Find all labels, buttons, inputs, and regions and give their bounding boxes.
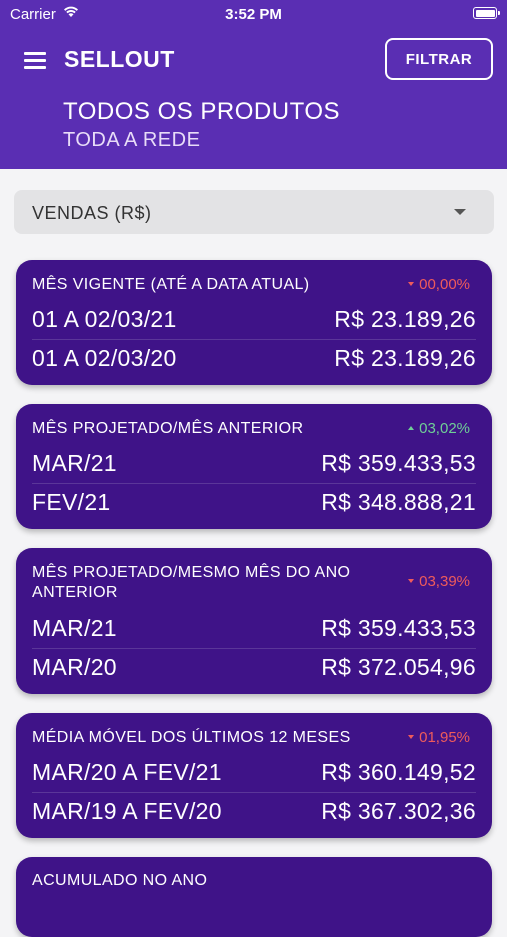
card-row: 01 A 02/03/20 R$ 23.189,26 bbox=[32, 339, 476, 377]
card-title: MÉDIA MÓVEL DOS ÚLTIMOS 12 MESES bbox=[32, 729, 351, 746]
card-row: MAR/21 R$ 359.433,53 bbox=[32, 609, 476, 647]
period-value: R$ 360.149,52 bbox=[321, 759, 476, 785]
change-percent: 01,95% bbox=[408, 729, 470, 746]
card-row: FEV/21 R$ 348.888,21 bbox=[32, 483, 476, 521]
period-label: MAR/20 A FEV/21 bbox=[32, 759, 222, 785]
card-row: MAR/21 R$ 359.433,53 bbox=[32, 444, 476, 482]
change-percent: 03,02% bbox=[408, 420, 470, 437]
app-title: SELLOUT bbox=[64, 46, 175, 72]
metric-select-value: VENDAS (R$) bbox=[32, 203, 152, 223]
period-value: R$ 359.433,53 bbox=[321, 450, 476, 476]
arrow-down-icon bbox=[408, 579, 415, 584]
card-title: ACUMULADO NO ANO bbox=[32, 872, 208, 889]
card-row: MAR/20 A FEV/21 R$ 360.149,52 bbox=[32, 753, 476, 791]
period-value: R$ 23.189,26 bbox=[334, 345, 476, 371]
period-value: R$ 23.189,26 bbox=[334, 306, 476, 332]
arrow-down-icon bbox=[408, 282, 415, 287]
period-label: MAR/19 A FEV/20 bbox=[32, 798, 222, 824]
battery-icon bbox=[473, 7, 500, 19]
period-label: 01 A 02/03/21 bbox=[32, 306, 177, 332]
card-row: MAR/19 A FEV/20 R$ 367.302,36 bbox=[32, 792, 476, 830]
change-percent: 00,00% bbox=[408, 276, 470, 293]
period-label: 01 A 02/03/20 bbox=[32, 345, 177, 371]
status-bar: Carrier 3:52 PM bbox=[0, 0, 507, 28]
period-value: R$ 372.054,96 bbox=[321, 654, 476, 680]
period-label: MAR/20 bbox=[32, 654, 117, 680]
menu-icon[interactable] bbox=[24, 52, 46, 69]
card-year-to-date: ACUMULADO NO ANO bbox=[16, 857, 492, 937]
card-title: MÊS VIGENTE (ATÉ A DATA ATUAL) bbox=[32, 276, 310, 293]
card-title: MÊS PROJETADO/MESMO MÊS DO ANO ANTERIOR bbox=[32, 564, 351, 601]
card-row: 01 A 02/03/21 R$ 23.189,26 bbox=[32, 300, 476, 338]
change-percent: 03,39% bbox=[408, 573, 470, 590]
network-scope: TODA A REDE bbox=[63, 129, 201, 151]
period-value: R$ 348.888,21 bbox=[321, 489, 476, 515]
clock: 3:52 PM bbox=[225, 6, 282, 23]
card-projected-vs-previous: MÊS PROJETADO/MÊS ANTERIOR 03,02% MAR/21… bbox=[16, 404, 492, 529]
card-current-month: MÊS VIGENTE (ATÉ A DATA ATUAL) 00,00% 01… bbox=[16, 260, 492, 385]
card-projected-vs-last-year: MÊS PROJETADO/MESMO MÊS DO ANO ANTERIOR … bbox=[16, 548, 492, 694]
app-bar: SELLOUT FILTRAR TODOS OS PRODUTOS TODA A… bbox=[0, 28, 507, 169]
arrow-up-icon bbox=[408, 426, 415, 431]
period-label: MAR/21 bbox=[32, 615, 117, 641]
caret-down-icon bbox=[454, 209, 466, 215]
card-moving-average: MÉDIA MÓVEL DOS ÚLTIMOS 12 MESES 01,95% … bbox=[16, 713, 492, 838]
period-label: FEV/21 bbox=[32, 489, 111, 515]
period-value: R$ 359.433,53 bbox=[321, 615, 476, 641]
card-title: MÊS PROJETADO/MÊS ANTERIOR bbox=[32, 420, 304, 437]
metric-select[interactable]: VENDAS (R$) bbox=[14, 190, 494, 234]
arrow-down-icon bbox=[408, 735, 415, 740]
product-scope: TODOS OS PRODUTOS bbox=[63, 98, 340, 125]
period-value: R$ 367.302,36 bbox=[321, 798, 476, 824]
filter-button[interactable]: FILTRAR bbox=[385, 38, 493, 80]
card-row: MAR/20 R$ 372.054,96 bbox=[32, 648, 476, 686]
period-label: MAR/21 bbox=[32, 450, 117, 476]
